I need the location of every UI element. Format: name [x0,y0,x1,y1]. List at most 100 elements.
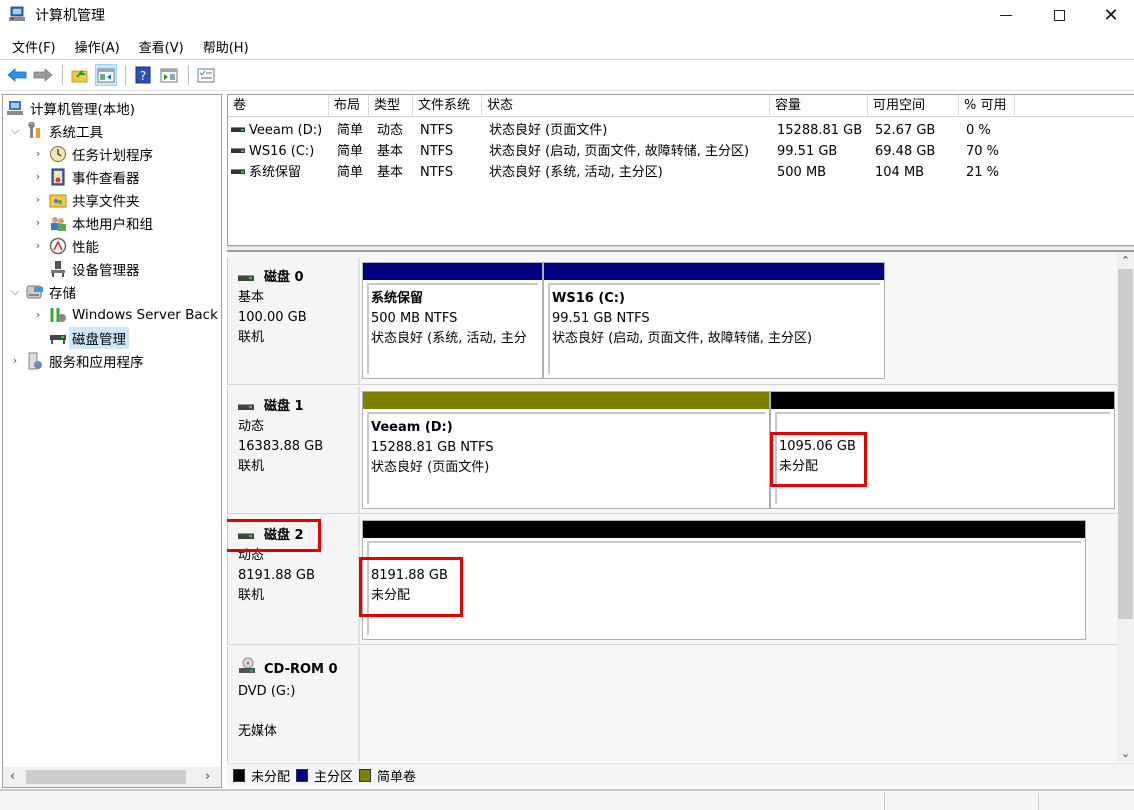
chevron-right-icon[interactable]: › [8,354,22,367]
status-divider [1038,793,1039,810]
console-tree-icon [97,68,115,82]
column-header-type[interactable]: 类型 [369,95,413,117]
performance-icon [49,237,67,255]
maximize-button[interactable] [1036,0,1082,30]
computer-management-icon [7,99,25,117]
disk-row-0: 磁盘 0 基本 100.00 GB 联机 系统保留 500 MB NTFS 状态… [227,258,1117,384]
minimize-button[interactable] [983,0,1029,30]
scrollbar-thumb[interactable] [1118,269,1133,619]
menu-action[interactable]: 操作(A) [75,37,120,56]
toolbar-separator [125,65,126,85]
menu-view[interactable]: 查看(V) [139,37,184,56]
back-button[interactable] [6,64,28,86]
tree-item-event-viewer[interactable]: › 事件查看器 [31,165,140,188]
close-icon: ✕ [1103,4,1119,26]
volume-row[interactable]: Veeam (D:) 简单 动态 NTFS 状态良好 (页面文件) 15288.… [228,120,1134,141]
tree-item-shared-folders[interactable]: › 共享文件夹 [31,188,140,211]
status-divider [884,793,885,810]
chevron-down-icon[interactable]: ⌵ [8,124,22,138]
disk-view-vertical-scrollbar[interactable]: ⌃ ⌄ [1117,252,1134,762]
column-header-volume[interactable]: 卷 [228,95,329,117]
scroll-down-icon[interactable]: ⌄ [1117,747,1134,760]
chevron-right-icon[interactable]: › [31,239,45,252]
console-tree: 计算机管理(本地) ⌵ 系统工具 › 任务计划程序 › 事件查看器 › 共享文件… [2,94,222,788]
volume-row[interactable]: WS16 (C:) 简单 基本 NTFS 状态良好 (启动, 页面文件, 故障转… [228,141,1134,162]
drive-icon [231,148,245,153]
window-title: 计算机管理 [35,8,105,24]
menu-file[interactable]: 文件(F) [12,37,56,56]
scroll-up-icon[interactable]: ⌃ [1117,254,1134,267]
shared-folder-icon [49,191,67,209]
svg-text:?: ? [140,69,146,83]
close-button[interactable]: ✕ [1088,0,1134,30]
help-button[interactable]: ? [132,64,154,86]
minimize-icon [1000,14,1012,16]
menu-bar: 文件(F) 操作(A) 查看(V) 帮助(H) [0,33,1134,59]
scroll-right-icon[interactable]: › [205,769,210,784]
legend-label: 主分区 [314,770,354,785]
tree-item-performance[interactable]: › 性能 [31,234,99,257]
tree-item-storage[interactable]: ⌵ 存储 [8,280,76,303]
chevron-right-icon[interactable]: › [31,193,45,206]
chevron-down-icon[interactable]: ⌵ [8,285,22,299]
maximize-icon [1053,9,1065,21]
show-action-pane-button[interactable] [158,64,180,86]
action-pane-icon [160,68,178,82]
device-manager-icon [49,260,67,278]
partition-ws16-c[interactable]: WS16 (C:) 99.51 GB NTFS 状态良好 (启动, 页面文件, … [543,262,885,379]
users-icon [49,214,67,232]
status-bar [0,789,1134,810]
disk-info[interactable]: CD-ROM 0 DVD (G:) 无媒体 [227,647,360,762]
partition-unallocated[interactable]: 8191.88 GB 未分配 [362,520,1086,640]
toolbar-separator [62,65,63,85]
disk-icon [238,275,254,281]
disk-info[interactable]: 磁盘 0 基本 100.00 GB 联机 [227,258,360,384]
volume-row[interactable]: 系统保留 简单 基本 NTFS 状态良好 (系统, 活动, 主分区) 500 M… [228,162,1134,183]
event-log-icon [49,168,67,186]
tree-item-services-applications[interactable]: › 服务和应用程序 [8,349,144,372]
clock-icon [49,145,67,163]
backup-icon [49,306,67,324]
column-header-status[interactable]: 状态 [482,95,770,117]
menu-divider [0,59,1134,60]
partition-veeam-d[interactable]: Veeam (D:) 15288.81 GB NTFS 状态良好 (页面文件) [362,391,770,509]
tree-horizontal-scrollbar[interactable]: ‹ › [3,767,221,787]
cdrom-icon [238,657,256,682]
forward-button[interactable] [32,64,54,86]
properties-button[interactable] [195,64,217,86]
computer-management-icon [9,6,27,22]
scrollbar-thumb[interactable] [26,770,186,784]
menu-help[interactable]: 帮助(H) [203,37,249,56]
up-one-level-button[interactable] [69,64,91,86]
tree-item-task-scheduler[interactable]: › 任务计划程序 [31,142,153,165]
legend-swatch-simple [359,769,372,782]
primary-partition-bar [363,263,542,280]
column-header-capacity[interactable]: 容量 [770,95,868,117]
tree-item-local-users-groups[interactable]: › 本地用户和组 [31,211,153,234]
tree-item-system-tools[interactable]: ⌵ 系统工具 [8,119,103,142]
column-header-free-space[interactable]: 可用空间 [868,95,959,117]
disk-icon [49,329,67,347]
simple-volume-bar [363,392,769,409]
chevron-right-icon[interactable]: › [31,308,45,321]
chevron-right-icon[interactable]: › [31,170,45,183]
legend-label: 未分配 [251,770,291,785]
column-header-percent-free[interactable]: % 可用 [959,95,1015,117]
legend-swatch-unallocated [233,769,245,782]
column-header-filesystem[interactable]: 文件系统 [413,95,482,117]
scroll-left-icon[interactable]: ‹ [10,769,15,784]
chevron-right-icon[interactable]: › [31,216,45,229]
highlight-box-disk2-unallocated [359,557,463,617]
tree-item-device-manager[interactable]: 设备管理器 [31,257,140,280]
back-arrow-icon [7,68,27,82]
disk-info[interactable]: 磁盘 1 动态 16383.88 GB 联机 [227,387,360,513]
tree-root[interactable]: 计算机管理(本地) [7,96,135,119]
tree-item-windows-server-backup[interactable]: › Windows Server Back [31,303,218,326]
tree-item-disk-management[interactable]: 磁盘管理 [31,326,129,349]
show-hide-console-tree-button[interactable] [95,64,117,86]
chevron-right-icon[interactable]: › [31,147,45,160]
tools-icon [26,121,44,140]
column-header-layout[interactable]: 布局 [329,95,369,117]
unallocated-bar [363,521,1085,538]
partition-system-reserved[interactable]: 系统保留 500 MB NTFS 状态良好 (系统, 活动, 主分 [362,262,543,379]
